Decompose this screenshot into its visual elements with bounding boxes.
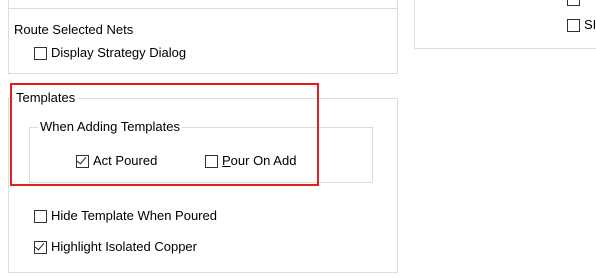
right-panel-partial-label: SI: [584, 17, 596, 32]
right-panel-partial-checkbox-row[interactable]: SI: [567, 16, 596, 34]
hide-template-when-poured-label: Hide Template When Poured: [51, 208, 217, 223]
route-selected-nets-title: Route Selected Nets: [14, 22, 134, 38]
red-highlight-box: [10, 83, 319, 186]
display-strategy-dialog-checkbox-row[interactable]: Display Strategy Dialog: [34, 44, 186, 62]
display-strategy-dialog-checkbox[interactable]: [34, 46, 47, 60]
hide-template-when-poured-checkbox[interactable]: [34, 209, 47, 223]
right-panel-partial-checkbox[interactable]: [567, 18, 580, 32]
hide-template-when-poured-checkbox-row[interactable]: Hide Template When Poured: [34, 207, 217, 225]
highlight-isolated-copper-checkbox[interactable]: [34, 239, 47, 254]
highlight-isolated-copper-checkbox-row[interactable]: Highlight Isolated Copper: [34, 238, 197, 256]
display-strategy-dialog-label: Display Strategy Dialog: [51, 45, 187, 60]
highlight-isolated-copper-label: Highlight Isolated Copper: [51, 239, 197, 254]
route-selected-nets-top-line: [8, 8, 398, 9]
checkmark-icon: [34, 239, 45, 251]
right-panel-partial-checkbox-top[interactable]: [567, 0, 580, 6]
